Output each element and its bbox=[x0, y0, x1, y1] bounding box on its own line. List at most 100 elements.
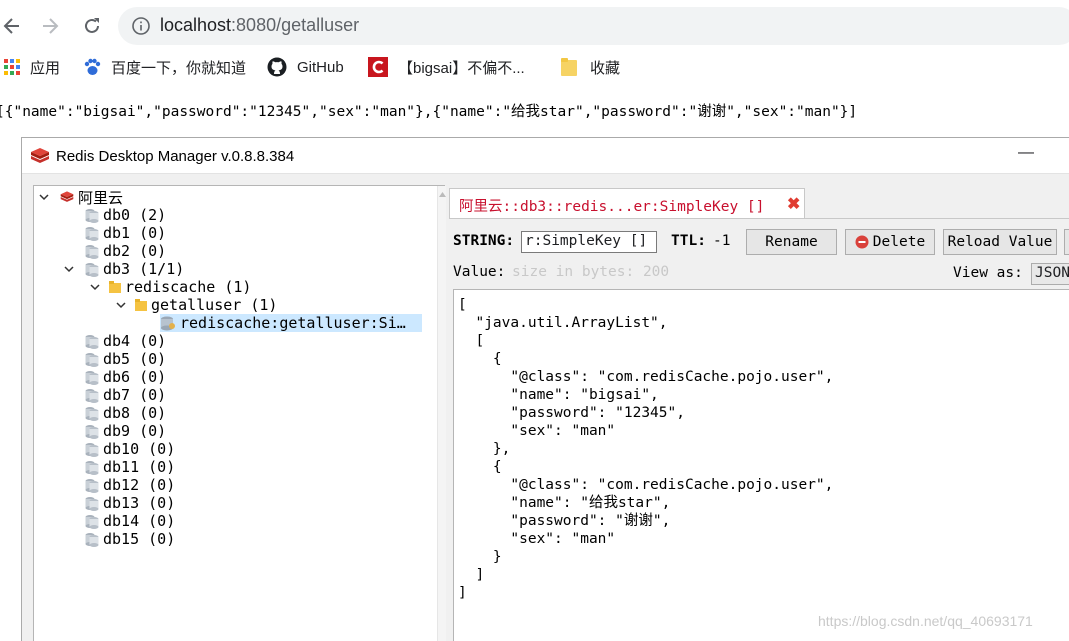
db-label: db6 (0) bbox=[103, 368, 167, 386]
address-bar[interactable]: localhost:8080/getalluser bbox=[118, 7, 1069, 45]
tree-db-node[interactable]: db12 (0) bbox=[85, 476, 175, 494]
database-icon bbox=[85, 442, 99, 457]
database-icon bbox=[85, 388, 99, 403]
tree-db-node[interactable]: db8 (0) bbox=[85, 404, 166, 422]
database-icon bbox=[85, 496, 99, 511]
bookmark-baidu[interactable]: 百度一下，你就知道 bbox=[83, 56, 246, 78]
value-size-hint: size in bytes: 200 bbox=[512, 264, 670, 280]
database-icon bbox=[85, 208, 99, 223]
tree-db-node[interactable]: db14 (0) bbox=[85, 512, 175, 530]
db-label: db7 (0) bbox=[103, 386, 167, 404]
scroll-up-icon[interactable] bbox=[439, 192, 446, 197]
bookmark-apps[interactable]: 应用 bbox=[4, 56, 60, 78]
database-icon bbox=[85, 334, 99, 349]
db-label: db3 (1/1) bbox=[103, 260, 185, 278]
code-line: { bbox=[458, 351, 502, 367]
tree-scrollbar[interactable] bbox=[437, 186, 446, 641]
folder-icon bbox=[561, 57, 577, 77]
tree-db-node[interactable]: db4 (0) bbox=[85, 332, 166, 350]
rename-button[interactable]: Rename bbox=[746, 229, 837, 255]
key-name-field[interactable]: r:SimpleKey [] bbox=[521, 231, 657, 253]
code-line: "sex": "man" bbox=[458, 531, 616, 547]
db-label: db9 (0) bbox=[103, 422, 167, 440]
tree-db-node[interactable]: db0 (2) bbox=[85, 206, 166, 224]
tree-db-node[interactable]: db3 (1/1) bbox=[63, 260, 184, 278]
tree-db-node[interactable]: db5 (0) bbox=[85, 350, 166, 368]
db-label: db5 (0) bbox=[103, 350, 167, 368]
tree-namespace-rediscache[interactable]: rediscache (1) bbox=[89, 278, 251, 296]
code-line: [ bbox=[458, 333, 485, 349]
forward-button[interactable] bbox=[34, 10, 66, 42]
server-name: 阿里云 bbox=[78, 189, 124, 207]
chevron-down-icon[interactable] bbox=[115, 299, 127, 311]
tree-db-node[interactable]: db2 (0) bbox=[85, 242, 166, 260]
tree-db-node[interactable]: db15 (0) bbox=[85, 530, 175, 548]
value-panel: STRING: r:SimpleKey [] TTL: -1 Rename De… bbox=[449, 218, 1069, 641]
chevron-down-icon[interactable] bbox=[89, 281, 101, 293]
tree-db-node[interactable]: db1 (0) bbox=[85, 224, 166, 242]
tree-server-node[interactable]: 阿里云 bbox=[38, 188, 124, 207]
value-editor[interactable]: [ "java.util.ArrayList", [ { "@class": "… bbox=[453, 289, 1069, 641]
more-button[interactable] bbox=[1064, 229, 1069, 255]
database-icon bbox=[85, 370, 99, 385]
code-line: "password": "12345", bbox=[458, 405, 685, 421]
database-icon bbox=[85, 406, 99, 421]
delete-icon bbox=[855, 235, 869, 249]
db-label: db14 (0) bbox=[103, 512, 176, 530]
bookmark-label: 百度一下，你就知道 bbox=[111, 59, 247, 77]
code-line: "name": "给我star", bbox=[458, 495, 671, 511]
tab-close-icon[interactable]: ✖ bbox=[787, 194, 800, 214]
tree-db-node[interactable]: db6 (0) bbox=[85, 368, 166, 386]
value-label: Value: bbox=[453, 264, 506, 280]
csdn-icon bbox=[368, 57, 388, 77]
bookmark-label: GitHub bbox=[297, 58, 344, 76]
bookmark-label: 【bigsai】不偏不... bbox=[398, 59, 525, 77]
db-label: db15 (0) bbox=[103, 530, 176, 548]
tab-label: 阿里云::db3::redis...er:SimpleKey [] bbox=[459, 199, 765, 215]
bookmark-github[interactable]: GitHub bbox=[267, 56, 344, 78]
database-icon bbox=[85, 478, 99, 493]
tree-db-node[interactable]: db9 (0) bbox=[85, 422, 166, 440]
minimize-button[interactable]: — bbox=[1018, 144, 1034, 162]
code-line: ] bbox=[458, 585, 467, 601]
arrow-left-icon bbox=[3, 18, 19, 34]
tree-db-node[interactable]: db7 (0) bbox=[85, 386, 166, 404]
db-label: db2 (0) bbox=[103, 242, 167, 260]
info-icon[interactable] bbox=[131, 16, 151, 36]
github-icon bbox=[267, 57, 287, 77]
tree-key-selected[interactable]: rediscache:getalluser:Si… bbox=[160, 314, 422, 332]
reload-value-label: Reload Value bbox=[947, 234, 1053, 250]
url-path: :8080/getalluser bbox=[231, 15, 360, 35]
database-icon bbox=[85, 460, 99, 475]
bookmark-csdn[interactable]: 【bigsai】不偏不... bbox=[368, 56, 525, 78]
reload-value-button[interactable]: Reload Value bbox=[943, 229, 1057, 255]
back-button[interactable] bbox=[0, 10, 28, 42]
rdm-titlebar: Redis Desktop Manager v.0.8.8.384 — bbox=[22, 138, 1069, 174]
rdm-window: Redis Desktop Manager v.0.8.8.384 — 阿里云 … bbox=[21, 137, 1069, 641]
database-icon bbox=[85, 352, 99, 367]
code-line: }, bbox=[458, 441, 511, 457]
tree-db-node[interactable]: db11 (0) bbox=[85, 458, 175, 476]
delete-button[interactable]: Delete bbox=[845, 229, 935, 255]
tree-db-node[interactable]: db13 (0) bbox=[85, 494, 175, 512]
bookmark-label: 应用 bbox=[30, 59, 61, 77]
db-label: db12 (0) bbox=[103, 476, 176, 494]
tree-namespace-getalluser[interactable]: getalluser (1) bbox=[115, 296, 277, 314]
view-as-select[interactable]: JSON bbox=[1031, 263, 1069, 285]
chevron-down-icon[interactable] bbox=[63, 263, 75, 275]
db-label: db8 (0) bbox=[103, 404, 167, 422]
value-code: [ "java.util.ArrayList", [ { "@class": "… bbox=[458, 296, 833, 602]
db-label: db11 (0) bbox=[103, 458, 176, 476]
code-line: "@class": "com.redisCache.pojo.user", bbox=[458, 369, 834, 385]
tree-db-node[interactable]: db10 (0) bbox=[85, 440, 175, 458]
bookmark-folder[interactable]: 收藏 bbox=[561, 56, 620, 78]
db-label: db13 (0) bbox=[103, 494, 176, 512]
reload-button[interactable] bbox=[76, 10, 108, 42]
chevron-down-icon[interactable] bbox=[38, 191, 50, 203]
namespace-label: rediscache (1) bbox=[125, 278, 252, 296]
database-icon bbox=[85, 532, 99, 547]
response-json-text: [{"name":"bigsai","password":"12345","se… bbox=[0, 104, 858, 120]
window-title: Redis Desktop Manager v.0.8.8.384 bbox=[56, 148, 295, 165]
tab-key-view[interactable]: 阿里云::db3::redis...er:SimpleKey [] ✖ bbox=[449, 188, 805, 218]
code-line: "password": "谢谢", bbox=[458, 513, 671, 529]
